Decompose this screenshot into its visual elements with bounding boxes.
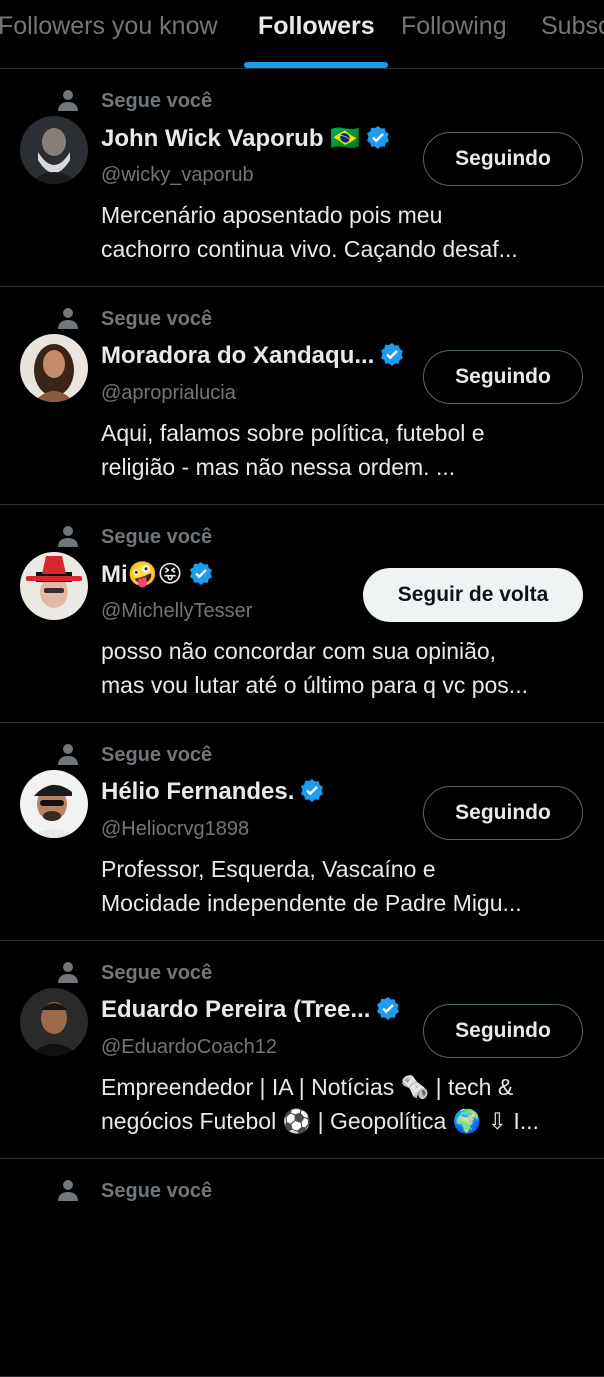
tab-following[interactable]: Following xyxy=(401,12,507,41)
person-icon xyxy=(58,1180,78,1201)
bio-line: Mocidade independente de Padre Migu... xyxy=(101,890,522,916)
bio-line: Aqui, falamos sobre política, futebol e xyxy=(101,420,485,446)
follows-you-label: Segue você xyxy=(101,90,213,112)
bio-line: posso não concordar com sua opinião, xyxy=(101,638,497,664)
user-handle: @aproprialucia xyxy=(101,382,236,404)
user-bio: Mercenário aposentado pois meu cachorro … xyxy=(101,198,591,266)
user-name[interactable]: Mi🤪😝 xyxy=(101,560,213,589)
bearded-man-avatar-icon xyxy=(20,116,88,184)
follows-you-label: Segue você xyxy=(101,526,213,548)
user-name[interactable]: John Wick Vaporub 🇧🇷 xyxy=(101,124,390,153)
person-icon xyxy=(58,308,78,329)
verified-badge-icon xyxy=(377,997,400,1020)
user-handle: @wicky_vaporub xyxy=(101,164,254,186)
user-row[interactable]: Segue você Hélio Fernandes. @Heliocrvg18… xyxy=(0,722,604,941)
tab-followers[interactable]: Followers xyxy=(258,12,375,41)
bio-line: Mercenário aposentado pois meu xyxy=(101,202,443,228)
user-name[interactable]: Hélio Fernandes. xyxy=(101,778,324,806)
verified-badge-icon xyxy=(301,779,324,802)
man-avatar-icon xyxy=(20,988,88,1056)
follows-you-label: Segue você xyxy=(101,744,213,766)
tab-followers-you-know[interactable]: Followers you know xyxy=(0,12,218,41)
user-row[interactable]: Segue você Moradora do Xandaqu... @aprop… xyxy=(0,286,604,505)
user-handle: @Heliocrvg1898 xyxy=(101,818,250,840)
user-bio: Aqui, falamos sobre política, futebol e … xyxy=(101,416,591,484)
user-bio: Professor, Esquerda, Vascaíno e Mocidade… xyxy=(101,852,591,920)
avatar[interactable] xyxy=(20,334,88,402)
person-icon xyxy=(58,744,78,765)
follow-back-button[interactable]: Seguir de volta xyxy=(363,568,583,622)
person-icon xyxy=(58,526,78,547)
user-name[interactable]: Eduardo Pereira (Tree... xyxy=(101,996,400,1024)
bio-line: mas vou lutar até o último para q vc pos… xyxy=(101,672,528,698)
user-row[interactable]: Segue você Eduardo Pereira (Tree... @Edu… xyxy=(0,940,604,1159)
user-bio: Empreendedor | IA | Notícias 🗞️ | tech &… xyxy=(101,1070,591,1138)
avatar[interactable] xyxy=(20,116,88,184)
person-icon xyxy=(58,90,78,111)
user-name[interactable]: Moradora do Xandaqu... xyxy=(101,342,404,370)
tab-subscriptions[interactable]: Subsc xyxy=(541,12,604,41)
avatar[interactable] xyxy=(20,552,88,620)
user-row[interactable]: Segue você Mi🤪😝 @MichellyTesser Seguir d… xyxy=(0,504,604,723)
verified-badge-icon xyxy=(189,562,212,585)
user-row[interactable]: Segue você xyxy=(0,1158,604,1377)
verified-badge-icon xyxy=(381,343,404,366)
following-button[interactable]: Seguindo xyxy=(423,350,583,404)
following-button[interactable]: Seguindo xyxy=(423,786,583,840)
bio-line: negócios Futebol ⚽ | Geopolítica 🌍 ⇩ I..… xyxy=(101,1108,539,1134)
user-handle: @EduardoCoach12 xyxy=(101,1036,277,1058)
woman-avatar-icon xyxy=(20,334,88,402)
following-button[interactable]: Seguindo xyxy=(423,1004,583,1058)
man-cap-avatar-icon xyxy=(20,770,88,838)
bio-line: Empreendedor | IA | Notícias 🗞️ | tech & xyxy=(101,1074,514,1100)
tab-bar: Followers you know Followers Following S… xyxy=(0,0,604,69)
following-button[interactable]: Seguindo xyxy=(423,132,583,186)
user-row[interactable]: Segue você John Wick Vaporub 🇧🇷 @wicky_v… xyxy=(0,68,604,287)
avatar[interactable] xyxy=(20,988,88,1056)
avatar[interactable] xyxy=(20,770,88,838)
follows-you-label: Segue você xyxy=(101,308,213,330)
user-bio: posso não concordar com sua opinião, mas… xyxy=(101,634,591,702)
person-icon xyxy=(58,962,78,983)
verified-badge-icon xyxy=(367,126,390,149)
bio-line: religião - mas não nessa ordem. ... xyxy=(101,454,456,480)
follows-you-label: Segue você xyxy=(101,962,213,984)
user-handle: @MichellyTesser xyxy=(101,600,253,622)
bio-line: cachorro continua vivo. Caçando desaf... xyxy=(101,236,518,262)
bio-line: Professor, Esquerda, Vascaíno e xyxy=(101,856,436,882)
red-hat-avatar-icon xyxy=(20,552,88,620)
